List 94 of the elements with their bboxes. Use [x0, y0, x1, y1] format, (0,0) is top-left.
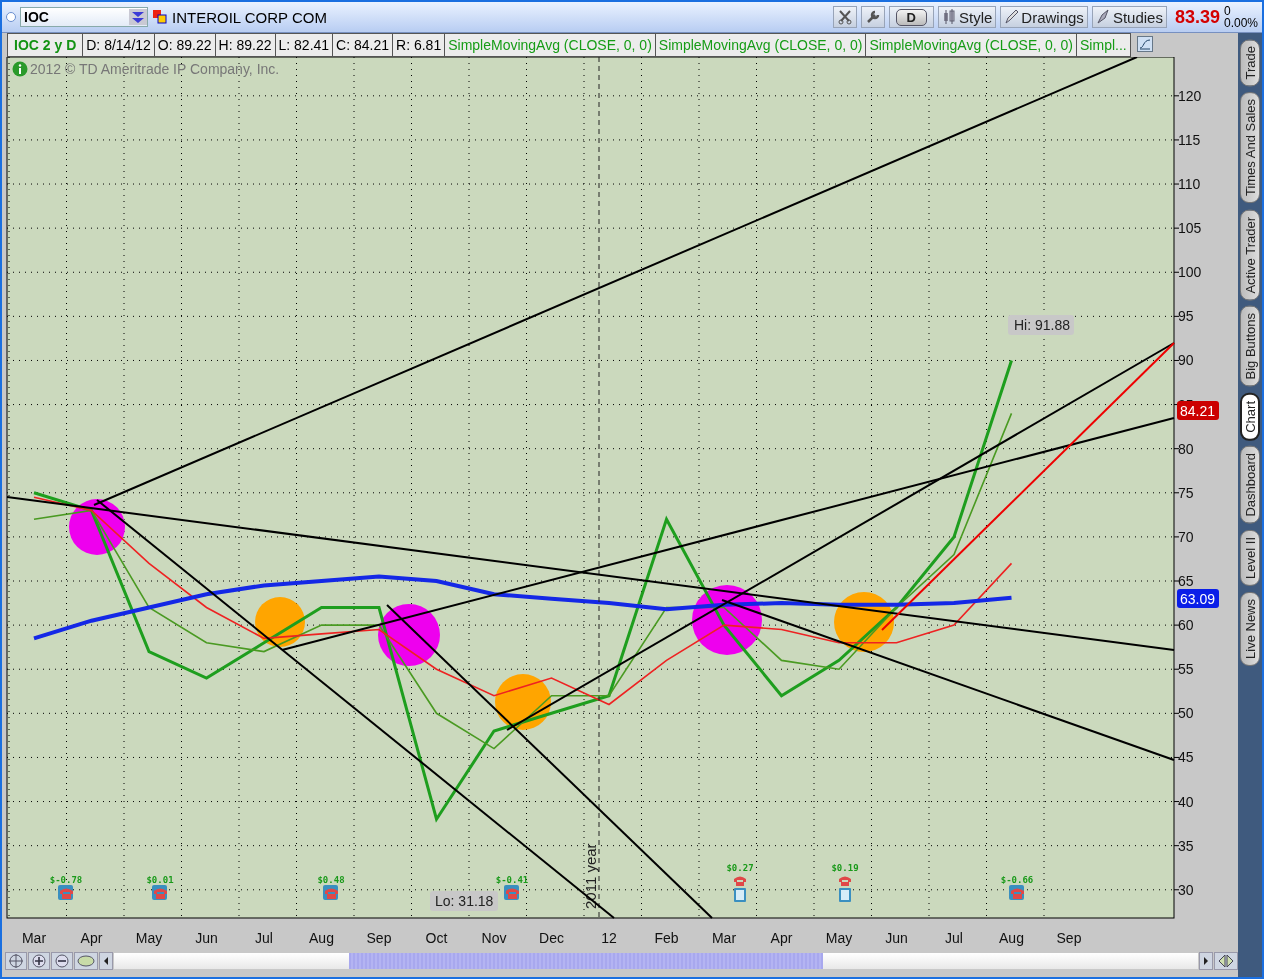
ohlc-value: C: 84.21 — [333, 33, 394, 57]
ohlc-value: D: 8/14/12 — [83, 33, 155, 57]
copyright-text: 2012 © TD Ameritrade IP Company, Inc. — [30, 61, 280, 77]
y-axis-label: 45 — [1178, 749, 1194, 766]
ohlc-value: R: 6.81 — [393, 33, 446, 57]
y-axis-label: 70 — [1178, 528, 1194, 545]
x-axis-label: Aug — [999, 930, 1024, 946]
x-axis-label: 12 — [601, 930, 617, 946]
last-price: 83.39 — [1174, 6, 1220, 28]
highlight-circle — [255, 597, 305, 647]
pencil-icon — [1004, 9, 1019, 25]
y-axis-label: 40 — [1178, 793, 1194, 810]
y-axis-label: 80 — [1178, 440, 1194, 457]
side-tab[interactable]: Live News — [1240, 591, 1260, 666]
highlight-circle — [69, 499, 125, 555]
ohlc-value: O: 89.22 — [154, 33, 216, 57]
x-axis-label: Mar — [711, 930, 737, 946]
y-axis-label: 30 — [1178, 881, 1194, 898]
low-label: Lo: 31.18 — [430, 891, 498, 911]
highlight-circle — [495, 674, 551, 730]
style-button[interactable]: Style — [938, 6, 997, 28]
x-axis-label: Oct — [425, 930, 448, 946]
x-axis-label: Aug — [309, 930, 334, 946]
zoom-in-icon[interactable] — [28, 952, 50, 970]
scrollbar-thumb[interactable] — [349, 953, 823, 969]
x-axis-label: Feb — [654, 930, 679, 946]
highlight-circle — [378, 604, 440, 666]
earnings-value: $0.27 — [726, 863, 754, 873]
x-axis-label: Dec — [539, 930, 564, 946]
earnings-value: $-0.66 — [1000, 875, 1034, 885]
drawings-button[interactable]: Drawings — [1000, 6, 1088, 28]
x-axis-label: Sep — [1056, 930, 1082, 946]
y-axis-label: 35 — [1178, 837, 1194, 854]
y-axis-label: 105 — [1178, 220, 1202, 237]
x-axis-label: Nov — [481, 930, 507, 946]
zoom-out-icon[interactable] — [51, 952, 73, 970]
side-tab[interactable]: Chart — [1240, 392, 1260, 441]
y-axis-label: 60 — [1178, 617, 1194, 634]
y-axis-label: 110 — [1178, 176, 1201, 193]
x-axis-label: May — [825, 930, 853, 946]
study-icon[interactable] — [1136, 36, 1153, 54]
y-axis-label: 75 — [1178, 484, 1194, 501]
x-axis-label: Sep — [366, 930, 392, 946]
x-axis-label: Apr — [770, 930, 793, 946]
side-tab[interactable]: Big Buttons — [1240, 306, 1260, 387]
price-badge: 63.09 — [1177, 589, 1219, 608]
x-axis-label: May — [135, 930, 163, 946]
y-axis-label: 90 — [1178, 352, 1194, 369]
symbol-field[interactable]: IOC — [20, 7, 148, 27]
chart-title: IOC 2 y D — [7, 33, 84, 57]
earnings-value: $0.19 — [831, 863, 859, 873]
wrench-icon[interactable] — [860, 6, 885, 28]
studies-button[interactable]: Studies — [1091, 6, 1167, 28]
radio-icon[interactable] — [6, 12, 16, 22]
dropdown-icon[interactable] — [129, 9, 147, 25]
side-tab[interactable]: Level II — [1240, 530, 1260, 586]
x-axis-label: Mar — [21, 930, 47, 946]
crosshair-icon[interactable] — [5, 952, 27, 970]
x-axis-label: Jun — [195, 930, 218, 946]
x-axis-label: Jul — [255, 930, 273, 946]
candlestick-icon — [942, 9, 956, 25]
side-tab[interactable]: Active Trader — [1240, 209, 1260, 301]
aggregation-button[interactable]: D — [888, 6, 934, 28]
side-tab[interactable]: Dashboard — [1240, 446, 1260, 525]
squares-icon — [152, 9, 168, 25]
side-tab[interactable]: Times And Sales — [1240, 92, 1260, 204]
percent-change: 0.00% — [1223, 17, 1258, 29]
company-name: INTEROIL CORP COM — [172, 8, 328, 26]
earnings-value: $0.01 — [146, 875, 174, 885]
ohlc-value: H: 89.22 — [215, 33, 276, 57]
high-label: Hi: 91.88 — [1008, 315, 1074, 335]
y-axis-label: 115 — [1178, 131, 1201, 148]
net-change: 0 — [1223, 5, 1232, 17]
y-axis-label: 95 — [1178, 308, 1194, 325]
highlight-circle — [692, 585, 762, 655]
y-axis-label: 50 — [1178, 705, 1194, 722]
x-axis-label: Jun — [885, 930, 908, 946]
y-axis-label: 120 — [1178, 87, 1202, 104]
earnings-value: $0.48 — [317, 875, 345, 885]
y-axis-label: 100 — [1178, 264, 1202, 281]
expand-icon[interactable] — [1214, 952, 1238, 970]
scroll-right-icon[interactable] — [1199, 952, 1213, 970]
x-axis-label: Apr — [80, 930, 103, 946]
y-axis-label: 65 — [1178, 573, 1194, 589]
highlight-circle — [834, 592, 894, 652]
y-axis-label: 55 — [1178, 661, 1194, 678]
x-axis-label: Jul — [945, 930, 963, 946]
earnings-value: $-0.41 — [495, 875, 529, 885]
ohlc-value: L: 82.41 — [275, 33, 334, 57]
earnings-value: $-0.78 — [49, 875, 83, 885]
info-icon[interactable] — [12, 61, 28, 77]
scissors-icon[interactable] — [832, 6, 857, 28]
side-tab[interactable]: Trade — [1240, 39, 1260, 87]
scroll-left-icon[interactable] — [99, 952, 113, 970]
